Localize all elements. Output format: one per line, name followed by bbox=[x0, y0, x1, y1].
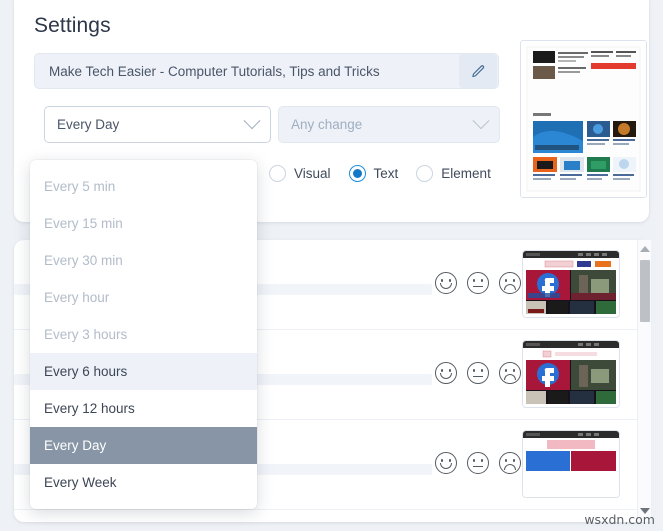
sad-face-icon[interactable] bbox=[499, 362, 521, 384]
dropdown-option-every-5-min[interactable]: Every 5 min bbox=[30, 168, 257, 205]
row-thumbnail[interactable] bbox=[522, 430, 620, 498]
page-title: Settings bbox=[34, 14, 111, 37]
radio-circle-filled-icon bbox=[348, 165, 366, 182]
neutral-face-icon[interactable] bbox=[467, 272, 489, 294]
radio-visual[interactable]: Visual bbox=[269, 165, 331, 182]
neutral-face-icon[interactable] bbox=[467, 362, 489, 384]
happy-face-icon[interactable] bbox=[435, 362, 457, 384]
radio-element-label: Element bbox=[441, 166, 491, 181]
watermark: wsxdn.com bbox=[584, 512, 655, 527]
monitor-title-value: Make Tech Easier - Computer Tutorials, T… bbox=[49, 63, 380, 79]
chevron-down-icon bbox=[243, 111, 261, 129]
row-thumbnail[interactable] bbox=[522, 340, 620, 408]
reaction-buttons bbox=[435, 362, 521, 384]
change-type-value: Any change bbox=[291, 117, 363, 132]
sad-face-icon[interactable] bbox=[499, 452, 521, 474]
dropdown-option-every-3-hours[interactable]: Every 3 hours bbox=[30, 316, 257, 353]
scroll-up-arrow-icon[interactable] bbox=[639, 246, 650, 252]
change-type-select[interactable]: Any change bbox=[278, 106, 500, 143]
happy-face-icon[interactable] bbox=[435, 272, 457, 294]
dropdown-option-every-15-min[interactable]: Every 15 min bbox=[30, 205, 257, 242]
monitor-title-field[interactable]: Make Tech Easier - Computer Tutorials, T… bbox=[34, 53, 499, 89]
dropdown-option-every-12-hours[interactable]: Every 12 hours bbox=[30, 390, 257, 427]
page-preview-thumbnail[interactable] bbox=[520, 40, 647, 198]
radio-circle-icon bbox=[269, 165, 286, 182]
dropdown-option-every-30-min[interactable]: Every 30 min bbox=[30, 242, 257, 279]
interval-dropdown-menu: Every 5 min Every 15 min Every 30 min Ev… bbox=[30, 160, 257, 509]
dropdown-option-every-6-hours[interactable]: Every 6 hours bbox=[30, 353, 257, 390]
scrollbar-thumb[interactable] bbox=[640, 260, 650, 322]
row-thumbnail[interactable] bbox=[522, 250, 620, 318]
radio-text-label: Text bbox=[373, 166, 399, 181]
dropdown-option-every-day[interactable]: Every Day bbox=[30, 427, 257, 464]
interval-select-value: Every Day bbox=[57, 117, 120, 132]
radio-element[interactable]: Element bbox=[416, 165, 491, 182]
neutral-face-icon[interactable] bbox=[467, 452, 489, 474]
dropdown-option-every-week[interactable]: Every Week bbox=[30, 464, 257, 501]
dropdown-option-every-hour[interactable]: Every hour bbox=[30, 279, 257, 316]
happy-face-icon[interactable] bbox=[435, 452, 457, 474]
chevron-down-icon bbox=[472, 111, 490, 129]
reaction-buttons bbox=[435, 272, 521, 294]
interval-select-trigger[interactable]: Every Day bbox=[44, 106, 271, 143]
edit-title-button[interactable] bbox=[459, 54, 497, 88]
list-scrollbar[interactable] bbox=[637, 240, 651, 522]
radio-visual-label: Visual bbox=[294, 166, 331, 181]
radio-circle-icon bbox=[416, 165, 434, 182]
sad-face-icon[interactable] bbox=[499, 272, 521, 294]
reaction-buttons bbox=[435, 452, 521, 474]
mode-radio-group: Visual Text Element bbox=[269, 165, 509, 182]
pencil-icon bbox=[471, 64, 486, 79]
radio-text[interactable]: Text bbox=[348, 165, 399, 182]
